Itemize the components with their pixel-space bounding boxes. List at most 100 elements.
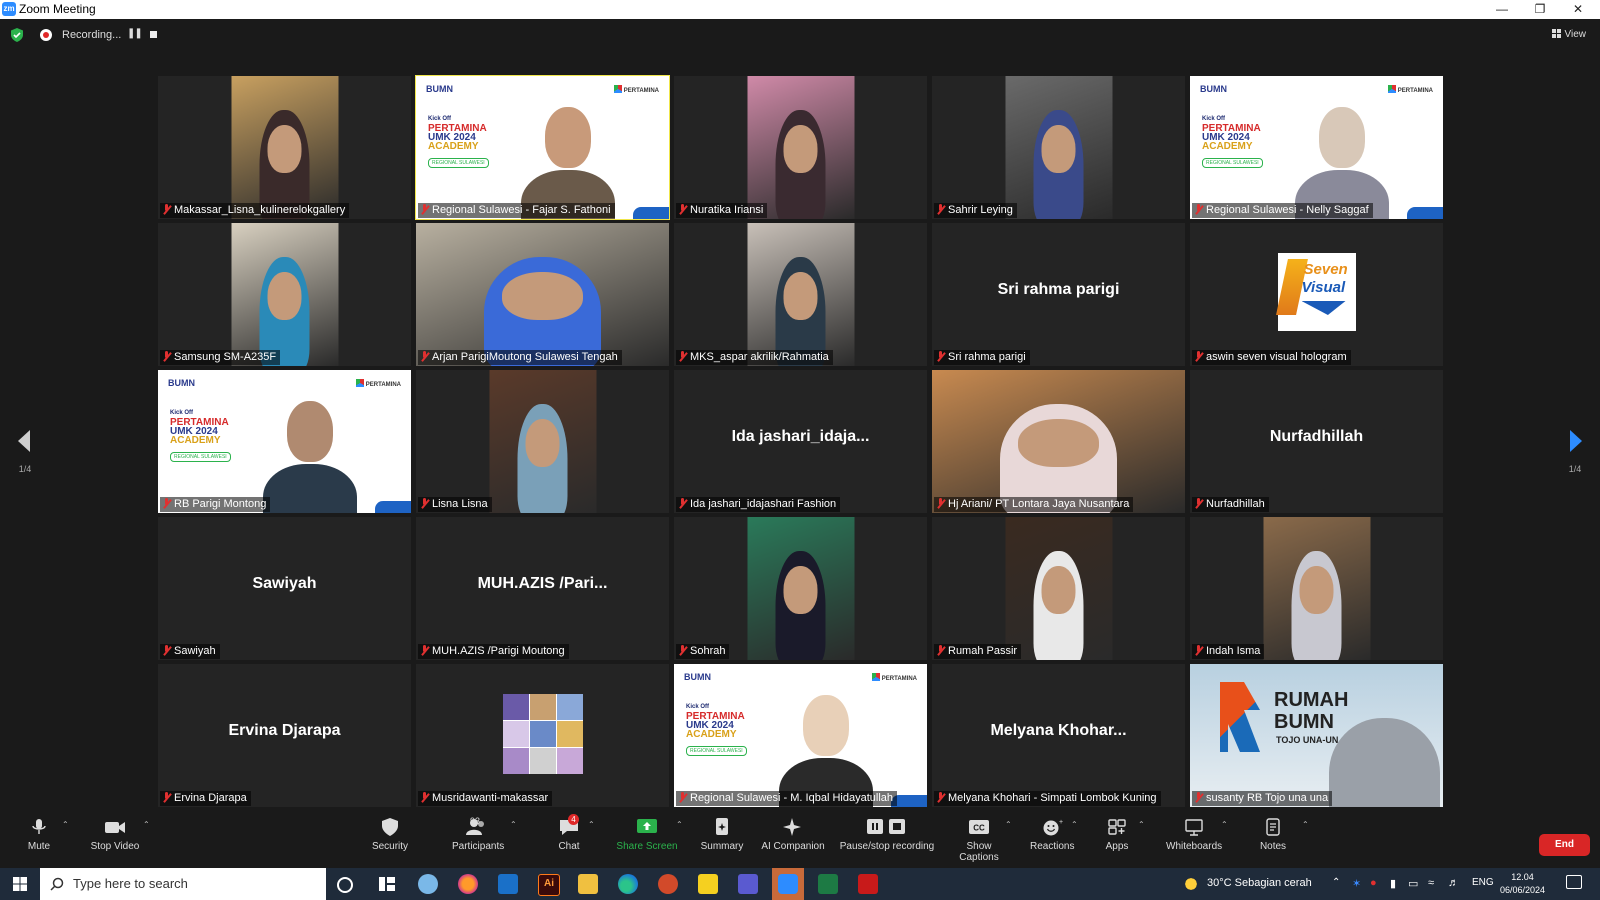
app-icon-1[interactable]: [418, 874, 438, 894]
end-meeting-button[interactable]: End: [1539, 834, 1590, 856]
audio-options-caret-icon[interactable]: ⌃: [62, 820, 69, 829]
zoom-taskbar-active[interactable]: [772, 868, 804, 900]
participant-tile[interactable]: Lisna Lisna: [416, 370, 669, 513]
microphone-tray-icon[interactable]: ▮: [1390, 877, 1396, 890]
restore-button[interactable]: ❐: [1522, 0, 1558, 19]
participant-name-tag: Melyana Khohari - Simpati Lombok Kuning: [934, 791, 1161, 806]
illustrator-icon[interactable]: Ai: [538, 874, 560, 896]
minimize-button[interactable]: —: [1484, 0, 1520, 19]
participant-tile[interactable]: Nurfadhillah Nurfadhillah: [1190, 370, 1443, 513]
rumah-bumn-background: RUMAH BUMN TOJO UNA-UN: [1190, 664, 1443, 807]
captions-caret-icon[interactable]: ⌃: [1005, 820, 1012, 829]
apps-button[interactable]: Apps: [1102, 818, 1132, 852]
tray-chevron-icon[interactable]: ⌃: [1332, 877, 1340, 888]
participant-tile[interactable]: Makassar_Lisna_kulinerelokgallery: [158, 76, 411, 219]
participant-tile[interactable]: Ida jashari_idaja... Ida jashari_idajasha…: [674, 370, 927, 513]
participant-tile[interactable]: Sahrir Leying: [932, 76, 1185, 219]
security-shield-icon[interactable]: [10, 28, 24, 42]
view-button[interactable]: View: [1551, 29, 1586, 40]
powerpoint-icon[interactable]: [658, 874, 678, 894]
weather-icon[interactable]: [1182, 875, 1200, 893]
stop-recording-icon[interactable]: [150, 31, 157, 38]
bluetooth-icon[interactable]: ✶: [1352, 877, 1361, 890]
weather-text[interactable]: 30°C Sebagian cerah: [1207, 877, 1312, 889]
share-caret-icon[interactable]: ⌃: [676, 820, 683, 829]
sticky-notes-icon[interactable]: [698, 874, 718, 894]
participant-tile[interactable]: MKS_aspar akrilik/Rahmatia: [674, 223, 927, 366]
video-options-caret-icon[interactable]: ⌃: [143, 820, 150, 829]
notes-caret-icon[interactable]: ⌃: [1302, 820, 1309, 829]
show-captions-button[interactable]: CC Show Captions: [946, 818, 1012, 863]
participant-tile[interactable]: Rumah Passir: [932, 517, 1185, 660]
pause-stop-recording-button[interactable]: Pause/stop recording: [838, 818, 936, 852]
edge-icon[interactable]: [618, 874, 638, 894]
summary-button[interactable]: Summary: [700, 818, 744, 852]
participant-tile[interactable]: MUH.AZIS /Pari... MUH.AZIS /Parigi Mouton…: [416, 517, 669, 660]
participant-tile[interactable]: Sohrah: [674, 517, 927, 660]
participant-name-tag: Regional Sulawesi - Fajar S. Fathoni: [418, 203, 615, 218]
whiteboards-caret-icon[interactable]: ⌃: [1221, 820, 1228, 829]
whiteboards-button[interactable]: Whiteboards: [1166, 818, 1222, 852]
participant-tile[interactable]: Nuratika Iriansi: [674, 76, 927, 219]
participants-button[interactable]: 93 Participants: [452, 816, 504, 852]
zoom-tray-icon[interactable]: ●: [1370, 877, 1377, 889]
language-indicator[interactable]: ENG: [1472, 877, 1494, 888]
participant-name: aswin seven visual hologram: [1206, 351, 1347, 363]
windows-start-icon[interactable]: [0, 868, 40, 900]
cortana-icon[interactable]: [337, 877, 353, 893]
previous-page-arrow-icon[interactable]: [14, 428, 34, 454]
file-explorer-icon[interactable]: [578, 874, 598, 894]
teams-icon[interactable]: [738, 874, 758, 894]
acrobat-icon[interactable]: [858, 874, 878, 894]
taskbar-search-box[interactable]: Type here to search: [40, 868, 326, 900]
battery-icon[interactable]: ▭: [1408, 877, 1418, 890]
participant-tile[interactable]: Hj Ariani/ PT Lontara Jaya Nusantara: [932, 370, 1185, 513]
pause-recording-icon[interactable]: ❚❚: [127, 28, 143, 39]
participant-tile[interactable]: Ervina Djarapa Ervina Djarapa: [158, 664, 411, 807]
participant-tile[interactable]: Indah Isma: [1190, 517, 1443, 660]
participant-tile[interactable]: Seven Visual aswin seven visual hologram: [1190, 223, 1443, 366]
participant-tile[interactable]: BUMN PERTAMINA Kick Off PERTAMINA UMK 2024 AC…: [158, 370, 411, 513]
participant-head: [1041, 124, 1076, 174]
participant-name: Ida jashari_idajashari Fashion: [690, 498, 837, 510]
participant-tile[interactable]: Musridawanti-makassar: [416, 664, 669, 807]
share-screen-label: Share Screen: [616, 841, 678, 852]
stop-video-button[interactable]: Stop Video: [88, 818, 142, 852]
participant-tile[interactable]: Sri rahma parigi Sri rahma parigi: [932, 223, 1185, 366]
firefox-icon[interactable]: [458, 874, 478, 894]
volume-icon[interactable]: ♬: [1448, 877, 1459, 889]
participant-tile[interactable]: BUMN PERTAMINA Kick Off PERTAMINA UMK 2024 AC…: [415, 75, 670, 220]
participant-tile[interactable]: BUMN PERTAMINA Kick Off PERTAMINA UMK 2024 AC…: [674, 664, 927, 807]
reactions-caret-icon[interactable]: ⌃: [1071, 820, 1078, 829]
participants-caret-icon[interactable]: ⌃: [510, 820, 517, 829]
security-button[interactable]: Security: [370, 818, 410, 852]
participant-tile[interactable]: Melyana Khohar... Melyana Khohari - Simpa…: [932, 664, 1185, 807]
wifi-icon[interactable]: ≈: [1428, 877, 1434, 889]
participant-tile[interactable]: BUMN PERTAMINA Kick Off PERTAMINA UMK 2024 AC…: [1190, 76, 1443, 219]
notes-button[interactable]: Notes: [1258, 818, 1288, 852]
share-screen-button[interactable]: Share Screen: [616, 818, 678, 852]
notification-center-icon[interactable]: [1566, 875, 1582, 889]
task-view-icon[interactable]: [377, 874, 397, 894]
muted-mic-icon: [936, 204, 945, 215]
participant-name: Sohrah: [690, 645, 726, 657]
muted-mic-icon: [162, 351, 171, 362]
chat-caret-icon[interactable]: ⌃: [588, 820, 595, 829]
participant-name-tag: Lisna Lisna: [418, 497, 492, 512]
close-button[interactable]: ✕: [1560, 0, 1596, 19]
apps-caret-icon[interactable]: ⌃: [1138, 820, 1145, 829]
next-page-arrow-icon[interactable]: [1566, 428, 1586, 454]
taskbar-clock[interactable]: 12.04 06/06/2024: [1500, 871, 1545, 897]
participant-tile[interactable]: Arjan ParigiMoutong Sulawesi Tengah: [416, 223, 669, 366]
ai-companion-sparkle-icon: [783, 818, 801, 836]
participant-tile[interactable]: Sawiyah Sawiyah: [158, 517, 411, 660]
ai-companion-button[interactable]: AI Companion: [760, 818, 826, 852]
banner-kickoff: Kick Off: [1202, 116, 1226, 122]
excel-icon[interactable]: [818, 874, 838, 894]
reactions-button[interactable]: + Reactions: [1030, 818, 1074, 852]
mute-button[interactable]: Mute: [22, 818, 56, 852]
chat-button[interactable]: 4 Chat: [556, 814, 582, 852]
participant-tile[interactable]: Samsung SM-A235F: [158, 223, 411, 366]
participant-tile[interactable]: RUMAH BUMN TOJO UNA-UN susanty RB Tojo una …: [1190, 664, 1443, 807]
outlook-icon[interactable]: [498, 874, 518, 894]
